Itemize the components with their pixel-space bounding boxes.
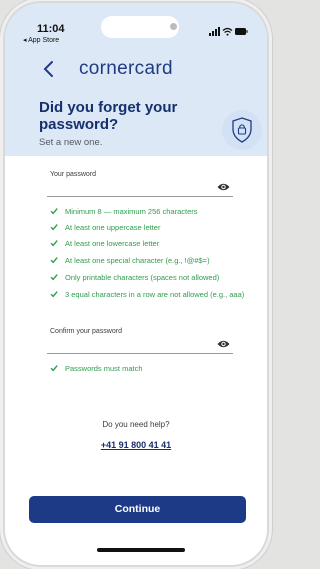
signal-icon: [209, 27, 220, 36]
rule-text: At least one special character (e.g., !@…: [65, 256, 210, 265]
status-time: 11:04: [37, 23, 65, 35]
shield-lock-badge: [222, 110, 262, 150]
continue-button[interactable]: Continue: [29, 496, 246, 523]
home-indicator: [97, 548, 185, 552]
check-icon: [50, 257, 58, 264]
rule-text: Passwords must match: [65, 364, 143, 373]
confirm-password-field-underline: [47, 353, 233, 354]
rule-text: At least one uppercase letter: [65, 223, 161, 232]
dynamic-island: [101, 16, 179, 38]
eye-icon[interactable]: [217, 182, 230, 192]
status-icons: [209, 27, 248, 36]
rule-text: 3 equal characters in a row are not allo…: [65, 290, 245, 299]
phone-frame: 11:04 ◂ App Store cornercard Did you for…: [5, 3, 267, 565]
check-icon: [50, 208, 58, 215]
cornercard-logo: cornercard: [79, 58, 173, 79]
page-subtitle: Set a new one.: [39, 137, 103, 148]
check-icon: [50, 224, 58, 231]
rule-text: Minimum 8 — maximum 256 characters: [65, 207, 198, 216]
check-icon: [50, 274, 58, 281]
rule-text: At least one lowercase letter: [65, 239, 160, 248]
battery-icon: [235, 28, 248, 35]
page-title: Did you forget your password?: [39, 99, 178, 133]
back-arrow-icon[interactable]: [39, 58, 59, 80]
shield-lock-icon: [232, 117, 252, 143]
status-bar: 11:04 ◂ App Store: [5, 3, 267, 53]
rule-text: Only printable characters (spaces not al…: [65, 273, 220, 282]
confirm-password-input[interactable]: [50, 336, 210, 348]
help-phone-link[interactable]: +41 91 800 41 41: [5, 440, 267, 450]
form-content: Your password Minimum 8 — maximum 256 ch…: [5, 156, 267, 565]
confirm-password-field-label: Confirm your password: [50, 328, 122, 335]
page-header: cornercard Did you forget your password?…: [5, 53, 267, 156]
check-icon: [50, 365, 58, 372]
back-to-app-store-link[interactable]: ◂ App Store: [23, 36, 59, 44]
password-input[interactable]: [50, 179, 210, 191]
camera-dot: [170, 23, 177, 30]
wifi-icon: [222, 27, 233, 34]
eye-icon[interactable]: [217, 339, 230, 349]
check-icon: [50, 240, 58, 247]
check-icon: [50, 291, 58, 298]
help-label: Do you need help?: [102, 420, 170, 429]
password-field-underline: [47, 196, 233, 197]
password-field-label: Your password: [50, 171, 97, 178]
